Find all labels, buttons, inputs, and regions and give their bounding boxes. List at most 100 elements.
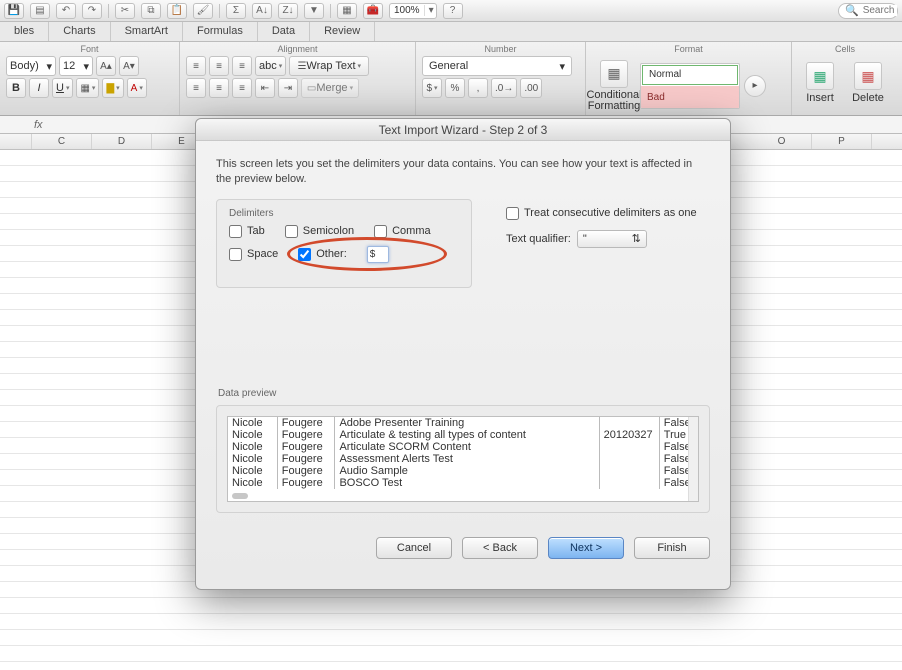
conditional-formatting-button[interactable]: ▦ Conditional Formatting xyxy=(592,59,636,113)
group-title-number: Number xyxy=(422,44,579,54)
preview-row: NicoleFougereAdobe Presenter TrainingFal… xyxy=(228,417,698,429)
bold-button[interactable]: B xyxy=(6,78,26,98)
col-head-p[interactable]: P xyxy=(812,134,872,149)
separator xyxy=(108,4,109,18)
help-icon[interactable]: ? xyxy=(443,3,463,19)
align-bottom-button[interactable]: ≡ xyxy=(232,56,252,76)
shrink-font-button[interactable]: A▾ xyxy=(119,56,139,76)
styles-more-button[interactable]: ▸ xyxy=(744,75,766,97)
gallery-icon[interactable]: ▦ xyxy=(337,3,357,19)
delete-cells-button[interactable]: ▦ Delete xyxy=(846,56,890,110)
zoom-value: 100% xyxy=(390,5,424,16)
filter-icon[interactable]: ▼ xyxy=(304,3,324,19)
text-import-wizard-dialog: Text Import Wizard - Step 2 of 3 This sc… xyxy=(195,118,731,590)
comma-button[interactable]: , xyxy=(468,78,488,98)
preview-cell xyxy=(600,477,660,489)
align-left-button[interactable]: ≡ xyxy=(186,78,206,98)
cancel-button[interactable]: Cancel xyxy=(376,537,452,559)
save-icon[interactable]: 💾 xyxy=(4,3,24,19)
delimiter-space-checkbox[interactable]: Space xyxy=(229,248,278,261)
indent-increase-button[interactable]: ⇥ xyxy=(278,78,298,98)
wrap-text-button[interactable]: ☰ Wrap Text▾ xyxy=(289,56,369,76)
number-format-selector[interactable]: General▾ xyxy=(422,56,572,76)
indent-decrease-button[interactable]: ⇤ xyxy=(255,78,275,98)
preview-cell: Nicole xyxy=(228,477,278,489)
col-head-d[interactable]: D xyxy=(92,134,152,149)
back-button[interactable]: < Back xyxy=(462,537,538,559)
sum-icon[interactable]: Σ xyxy=(226,3,246,19)
preview-row: NicoleFougereAudio SampleFalse xyxy=(228,465,698,477)
delimiter-comma-checkbox[interactable]: Comma xyxy=(374,225,431,238)
tab-smartart[interactable]: SmartArt xyxy=(111,22,183,41)
next-button[interactable]: Next > xyxy=(548,537,624,559)
preview-horizontal-scrollbar[interactable] xyxy=(232,493,248,499)
fill-color-button[interactable]: ▇▾ xyxy=(102,78,123,98)
align-middle-button[interactable]: ≡ xyxy=(209,56,229,76)
grow-font-button[interactable]: A▴ xyxy=(96,56,116,76)
font-color-button[interactable]: A▾ xyxy=(127,78,147,98)
increase-decimal-button[interactable]: .0→ xyxy=(491,78,517,98)
underline-button[interactable]: U▾ xyxy=(52,78,73,98)
page-icon[interactable]: ▤ xyxy=(30,3,50,19)
group-title-format: Format xyxy=(592,44,785,54)
tab-tables[interactable]: bles xyxy=(0,22,49,41)
preview-cell: Nicole xyxy=(228,453,278,465)
tab-charts[interactable]: Charts xyxy=(49,22,110,41)
treat-consecutive-checkbox[interactable]: Treat consecutive delimiters as one xyxy=(506,207,697,220)
border-button[interactable]: ▦▾ xyxy=(76,78,99,98)
undo-icon[interactable]: ↶ xyxy=(56,3,76,19)
preview-cell: Assessment Alerts Test xyxy=(335,453,599,465)
font-name-selector[interactable]: Body)▾ xyxy=(6,56,56,76)
text-qualifier-selector[interactable]: " ⇅ xyxy=(577,230,647,248)
insert-cells-button[interactable]: ▦ Insert xyxy=(798,56,842,110)
merge-button[interactable]: ▭ Merge▾ xyxy=(301,78,359,98)
preview-cell: Articulate SCORM Content xyxy=(335,441,599,453)
delimiter-other-checkbox[interactable]: Other: xyxy=(298,248,347,261)
percent-button[interactable]: % xyxy=(445,78,465,98)
insert-icon: ▦ xyxy=(806,62,834,90)
preview-vertical-scrollbar[interactable] xyxy=(688,417,698,501)
preview-cell xyxy=(600,441,660,453)
copy-icon[interactable]: ⧉ xyxy=(141,3,161,19)
orientation-button[interactable]: abc▾ xyxy=(255,56,286,76)
separator xyxy=(330,4,331,18)
search-input[interactable] xyxy=(863,5,897,16)
format-painter-icon[interactable]: 🖌 xyxy=(193,3,213,19)
tab-formulas[interactable]: Formulas xyxy=(183,22,258,41)
currency-button[interactable]: $▾ xyxy=(422,78,442,98)
sort-desc-icon[interactable]: Z↓ xyxy=(278,3,298,19)
col-head-c[interactable]: C xyxy=(32,134,92,149)
redo-icon[interactable]: ↷ xyxy=(82,3,102,19)
search-box[interactable]: 🔍 xyxy=(838,3,898,19)
cut-icon[interactable]: ✂ xyxy=(115,3,135,19)
zoom-selector[interactable]: 100% ▾ xyxy=(389,3,437,19)
style-normal[interactable]: Normal xyxy=(642,65,738,85)
tab-data[interactable]: Data xyxy=(258,22,310,41)
font-size-selector[interactable]: 12▾ xyxy=(59,56,93,76)
delimiter-tab-checkbox[interactable]: Tab xyxy=(229,225,265,238)
paste-icon[interactable]: 📋 xyxy=(167,3,187,19)
sort-asc-icon[interactable]: A↓ xyxy=(252,3,272,19)
delimiter-other-input[interactable] xyxy=(367,246,389,263)
align-top-button[interactable]: ≡ xyxy=(186,56,206,76)
toolbox-icon[interactable]: 🧰 xyxy=(363,3,383,19)
col-head-o[interactable]: O xyxy=(752,134,812,149)
fx-icon[interactable]: fx xyxy=(34,119,43,131)
align-right-button[interactable]: ≡ xyxy=(232,78,252,98)
decrease-decimal-button[interactable]: .00 xyxy=(520,78,542,98)
style-bad[interactable]: Bad xyxy=(641,86,739,109)
dialog-button-row: Cancel < Back Next > Finish xyxy=(196,523,730,559)
tab-review[interactable]: Review xyxy=(310,22,375,41)
italic-button[interactable]: I xyxy=(29,78,49,98)
preview-cell: BOSCO Test xyxy=(335,477,599,489)
data-preview-panel: NicoleFougereAdobe Presenter TrainingFal… xyxy=(216,405,710,513)
delimiter-semicolon-checkbox[interactable]: Semicolon xyxy=(285,225,354,238)
preview-cell: Fougere xyxy=(278,417,336,429)
dialog-intro-text: This screen lets you set the delimiters … xyxy=(216,157,710,187)
align-center-button[interactable]: ≡ xyxy=(209,78,229,98)
finish-button[interactable]: Finish xyxy=(634,537,710,559)
cell-styles-gallery[interactable]: Normal Bad xyxy=(640,63,740,109)
data-preview-box[interactable]: NicoleFougereAdobe Presenter TrainingFal… xyxy=(227,416,699,502)
delimiters-label: Delimiters xyxy=(229,208,459,219)
text-qualifier-value: " xyxy=(583,233,587,245)
